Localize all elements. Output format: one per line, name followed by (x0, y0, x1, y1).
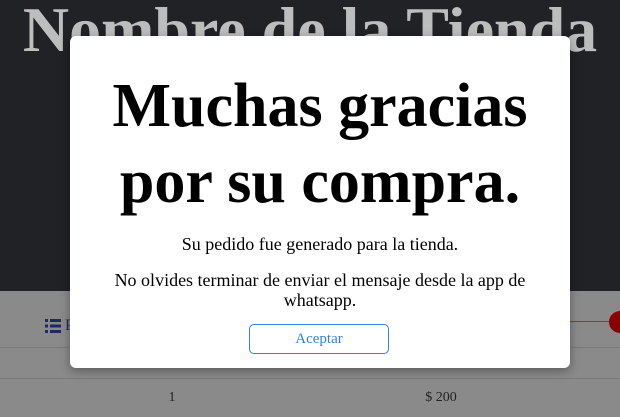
table-row: 1 $ 200 (0, 379, 620, 417)
modal-message: Su pedido fue generado para la tienda. (181, 234, 459, 254)
thank-you-modal: Muchas gracias por su compra. Su pedido … (70, 36, 570, 368)
modal-reminder: No olvides terminar de enviar el mensaje… (114, 270, 526, 310)
modal-body: Su pedido fue generado para la tienda. N… (86, 234, 554, 310)
modal-title: Muchas gracias por su compra. (112, 72, 528, 216)
list-icon (45, 319, 61, 333)
row-unit-price: $ 200 (425, 390, 457, 405)
row-quantity: 1 (168, 390, 176, 405)
accept-button[interactable]: Aceptar (249, 324, 389, 354)
cart-count-badge (609, 311, 620, 333)
